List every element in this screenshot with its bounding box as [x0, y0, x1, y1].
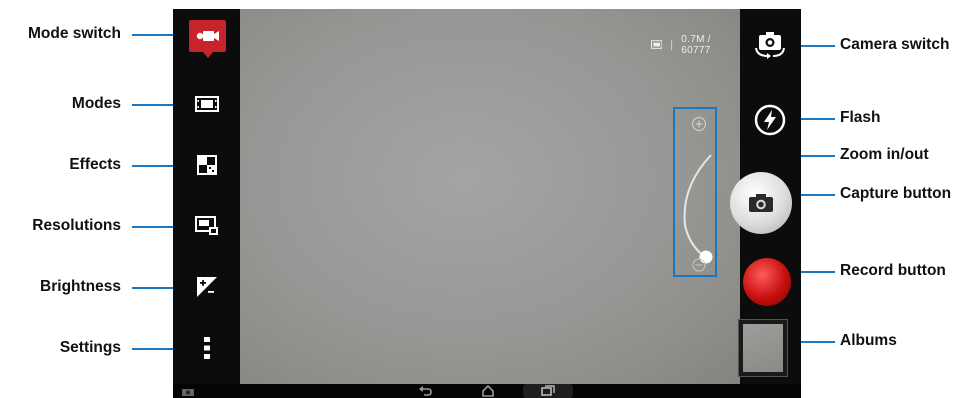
callout-modes: Modes — [71, 95, 121, 112]
settings-button[interactable] — [193, 335, 221, 361]
camera-icon — [749, 194, 773, 212]
more-vertical-icon — [204, 337, 210, 359]
storage-separator: | — [670, 39, 674, 51]
video-camera-icon — [196, 31, 219, 41]
callout-capture-button: Capture button — [840, 185, 952, 202]
brightness-button[interactable] — [193, 274, 221, 300]
exposure-icon — [197, 277, 217, 297]
zoom-slider[interactable] — [673, 107, 715, 275]
effects-squares-icon — [197, 155, 217, 175]
callout-mode-switch: Mode switch — [27, 25, 121, 42]
film-frame-icon — [195, 96, 219, 112]
callout-albums: Albums — [840, 332, 897, 349]
storage-icon — [651, 40, 663, 49]
modes-button[interactable] — [193, 91, 221, 117]
camera-screen: | 0.7M / 60777 — [173, 9, 801, 398]
camera-shortcut-icon[interactable] — [181, 386, 195, 396]
zoom-control[interactable] — [673, 107, 717, 277]
effects-button[interactable] — [193, 152, 221, 178]
flash-button[interactable] — [751, 101, 789, 139]
callout-effects: Effects — [69, 156, 121, 173]
resolution-icon — [195, 216, 218, 235]
camera-switch-icon — [755, 32, 785, 59]
flash-auto-icon — [754, 104, 786, 136]
left-toolbar — [173, 9, 240, 384]
recent-apps-icon[interactable] — [541, 385, 555, 397]
callout-zoom: Zoom in/out — [840, 146, 929, 163]
albums-button[interactable] — [738, 319, 788, 377]
callout-record-button: Record button — [840, 262, 946, 279]
mode-switch-button[interactable] — [189, 20, 226, 58]
callout-settings: Settings — [59, 339, 121, 356]
record-button[interactable] — [743, 258, 791, 306]
callout-camera-switch: Camera switch — [840, 36, 950, 53]
callout-resolutions: Resolutions — [32, 217, 121, 234]
capture-button[interactable] — [730, 172, 792, 234]
viewfinder[interactable]: | 0.7M / 60777 — [240, 9, 740, 384]
callout-flash: Flash — [840, 109, 881, 126]
storage-remaining: 0.7M / 60777 — [681, 34, 711, 56]
storage-indicator: | 0.7M / 60777 — [651, 34, 740, 56]
resolutions-button[interactable] — [193, 213, 221, 239]
album-thumbnail — [743, 324, 783, 372]
system-nav-bar — [173, 384, 801, 398]
back-arrow-icon[interactable] — [418, 385, 432, 397]
home-icon[interactable] — [481, 385, 495, 397]
callout-brightness: Brightness — [40, 278, 121, 295]
camera-switch-button[interactable] — [750, 29, 790, 61]
